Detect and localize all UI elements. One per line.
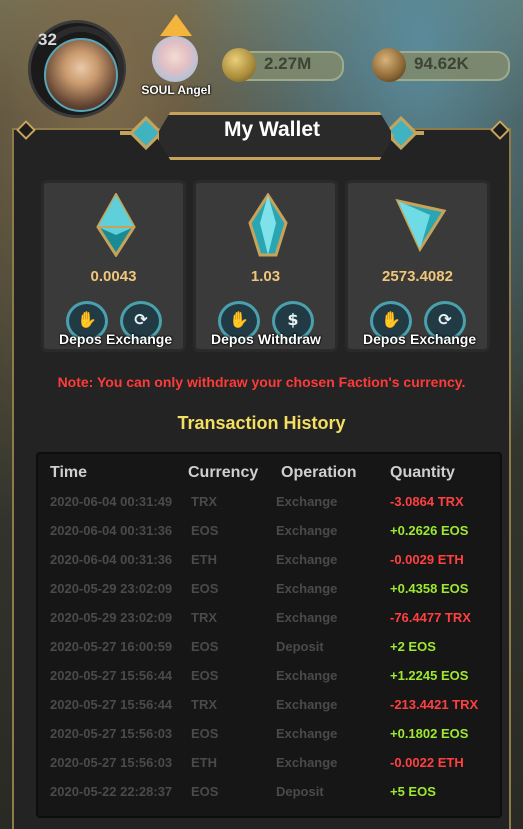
cell-operation: Exchange [276,668,338,683]
cell-currency: EOS [191,668,219,683]
deposit-hand-icon: ✋ [381,310,401,329]
transaction-table[interactable]: Time Currency Operation Quantity 2020-06… [36,452,502,818]
player-level: 32 [38,30,57,49]
cell-time: 2020-05-27 15:56:44 [50,668,173,683]
deposit-label[interactable]: Depos [59,331,107,347]
table-row: 2020-05-27 16:00:59 EOS Deposit +2 EOS [38,633,500,662]
deposit-label[interactable]: Depos [211,331,259,347]
player-avatar[interactable] [142,14,214,86]
cell-operation: Exchange [276,755,338,770]
trx-balance: 2573.4082 [382,268,453,285]
cell-time: 2020-05-29 23:02:09 [50,610,173,625]
cell-operation: Exchange [276,610,338,625]
cell-time: 2020-05-22 22:28:37 [50,784,173,799]
column-header-operation: Operation [281,464,357,481]
cell-currency: TRX [191,610,217,625]
withdraw-note: Note: You can only withdraw your chosen … [57,374,466,390]
cell-operation: Deposit [276,639,324,654]
table-row: 2020-06-04 00:31:36 EOS Exchange +0.2626 EO… [38,517,500,546]
cell-currency: EOS [191,784,219,799]
withdraw-label[interactable]: Withdraw [258,331,338,347]
cell-quantity: +5 EOS [390,784,436,799]
cell-time: 2020-05-29 23:02:09 [50,581,173,596]
eos-crystal-icon [248,193,288,257]
deposit-hand-icon: ✋ [77,310,97,329]
cell-operation: Exchange [276,697,338,712]
cell-quantity: +0.1802 EOS [390,726,469,741]
cell-operation: Exchange [276,581,338,596]
cell-currency: EOS [191,639,219,654]
cell-quantity: +2 EOS [390,639,436,654]
cell-currency: TRX [191,494,217,509]
cell-currency: ETH [191,755,217,770]
cell-time: 2020-05-27 15:56:03 [50,726,173,741]
cell-quantity: -0.0022 ETH [390,755,464,770]
cell-quantity: -0.0029 ETH [390,552,464,567]
table-row: 2020-05-29 23:02:09 TRX Exchange -76.4477 T… [38,604,500,633]
deposit-label[interactable]: Depos [363,331,411,347]
cell-time: 2020-06-04 00:31:36 [50,552,173,567]
eth-diamond-icon [96,193,136,257]
column-header-time: Time [50,464,88,481]
table-row: 2020-05-22 22:28:37 EOS Deposit +5 EOS [38,778,500,807]
exchange-cycle-icon: ⟳ [438,310,452,329]
resource-amount: 94.62K [414,54,469,73]
avatar-portrait [152,36,198,82]
gold-amount: 2.27M [264,54,312,73]
cell-operation: Exchange [276,552,338,567]
currency-card-trx: 2573.4082 ✋ ⟳ Depos Exchange [345,180,490,352]
table-row: 2020-05-27 15:56:44 TRX Exchange -213.4421 … [38,691,500,720]
currency-card-eth: 0.0043 ✋ ⟳ Depos Exchange [41,180,186,352]
cell-operation: Exchange [276,726,338,741]
cell-quantity: +1.2245 EOS [390,668,469,683]
trx-triangle-icon [395,198,447,253]
cell-time: 2020-05-27 15:56:44 [50,697,173,712]
cell-currency: ETH [191,552,217,567]
resource-bag-icon [372,48,406,82]
currency-card-eos: 1.03 ✋ $ Depos Withdraw [193,180,338,352]
cell-operation: Deposit [276,784,324,799]
cell-currency: TRX [191,697,217,712]
table-row: 2020-05-27 15:56:03 EOS Exchange +0.1802 EO… [38,720,500,749]
cell-time: 2020-06-04 00:31:49 [50,494,173,509]
table-row: 2020-05-27 15:56:44 EOS Exchange +1.2245 EO… [38,662,500,691]
cell-currency: EOS [191,523,219,538]
column-header-currency: Currency [188,464,259,481]
exchange-label[interactable]: Exchange [410,331,488,347]
cell-quantity: -76.4477 TRX [390,610,471,625]
exchange-cycle-icon: ⟳ [134,310,148,329]
cell-quantity: -3.0864 TRX [390,494,464,509]
cell-quantity: +0.2626 EOS [390,523,469,538]
page-title: My Wallet [223,118,321,141]
cell-operation: Exchange [276,523,338,538]
cell-operation: Exchange [276,494,338,509]
player-name: SOUL Angel [141,83,211,97]
crown-icon [160,14,192,36]
history-title: Transaction History [177,413,346,433]
table-row: 2020-06-04 00:31:36 ETH Exchange -0.0029 ET… [38,546,500,575]
cell-currency: EOS [191,581,219,596]
table-row: 2020-05-29 23:02:09 EOS Exchange +0.4358 EO… [38,575,500,604]
cell-currency: EOS [191,726,219,741]
cell-time: 2020-06-04 00:31:36 [50,523,173,538]
cell-quantity: -213.4421 TRX [390,697,479,712]
player-level-badge[interactable]: 32 [28,20,128,124]
deposit-hand-icon: ✋ [229,310,249,329]
gold-coin-icon [222,48,256,82]
eos-balance: 1.03 [250,268,281,285]
exchange-label[interactable]: Exchange [106,331,184,347]
cell-time: 2020-05-27 16:00:59 [50,639,173,654]
cell-quantity: +0.4358 EOS [390,581,469,596]
table-row: 2020-06-04 00:31:49 TRX Exchange -3.0864 TR… [38,488,500,517]
eth-balance: 0.0043 [90,268,137,285]
cell-time: 2020-05-27 15:56:03 [50,755,173,770]
table-row: 2020-05-27 15:56:03 ETH Exchange -0.0022 ET… [38,749,500,778]
column-header-quantity: Quantity [390,464,455,481]
withdraw-coin-icon: $ [287,310,299,329]
